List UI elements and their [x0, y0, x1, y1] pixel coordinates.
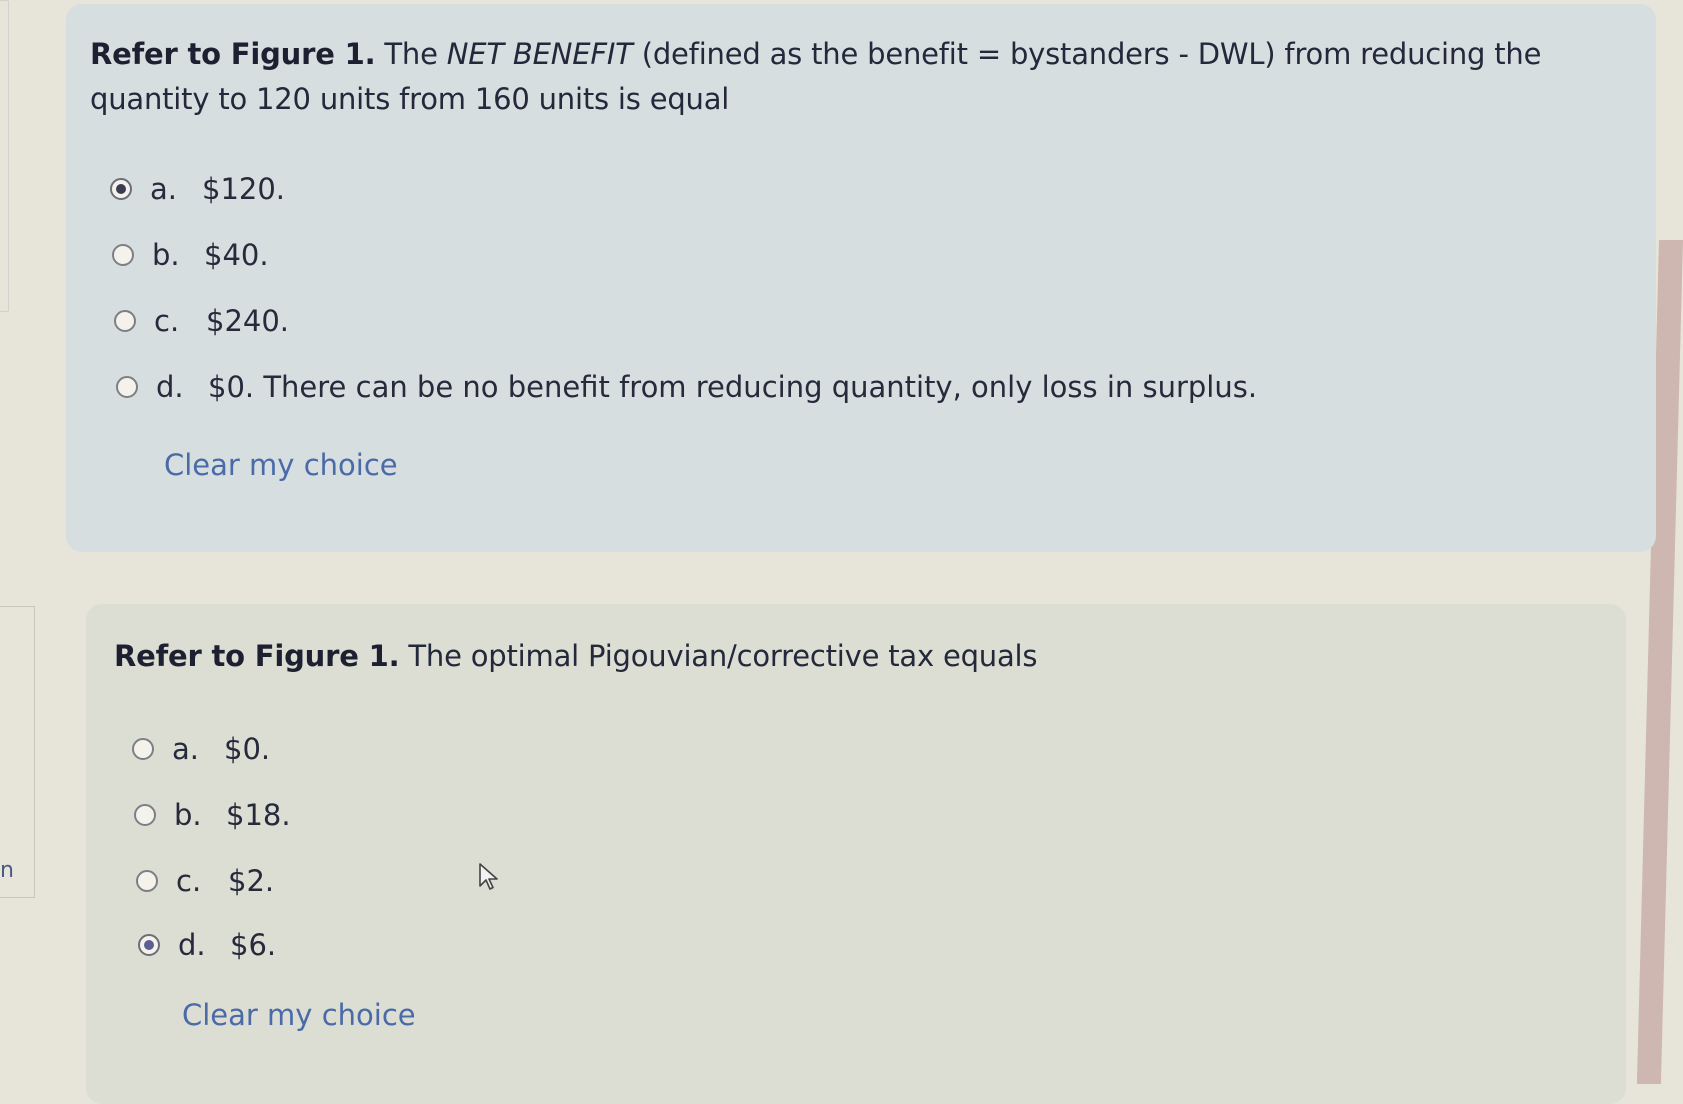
question-2-option-b[interactable]: b. $18. [134, 798, 291, 832]
question-1-emphasis: NET BENEFIT [446, 37, 633, 71]
question-1-option-a[interactable]: a. $120. [110, 172, 285, 206]
question-1: Refer to Figure 1. The NET BENEFIT (defi… [66, 4, 1656, 552]
question-1-option-d[interactable]: d. $0. There can be no benefit from redu… [116, 370, 1257, 404]
question-1-option-c[interactable]: c. $240. [114, 304, 289, 338]
radio-unchecked-icon[interactable] [132, 738, 154, 760]
radio-unchecked-icon[interactable] [134, 804, 156, 826]
radio-unchecked-icon[interactable] [112, 244, 134, 266]
question-2-ref: Refer to Figure 1. [114, 639, 400, 673]
question-1-option-b[interactable]: b. $40. [112, 238, 269, 272]
left-panel-frame [0, 0, 9, 312]
question-1-prompt: Refer to Figure 1. The NET BENEFIT (defi… [90, 37, 1542, 116]
mouse-pointer-icon [479, 863, 498, 890]
left-nav-panel [0, 606, 35, 898]
question-2-option-a[interactable]: a. $0. [132, 732, 270, 766]
left-panel-partial-text: n [0, 858, 14, 883]
radio-checked-icon[interactable] [138, 934, 160, 956]
question-1-clear-choice-link[interactable]: Clear my choice [164, 448, 398, 482]
question-1-ref: Refer to Figure 1. [90, 37, 376, 71]
radio-unchecked-icon[interactable] [116, 376, 138, 398]
radio-checked-icon[interactable] [110, 178, 132, 200]
radio-unchecked-icon[interactable] [136, 870, 158, 892]
question-2-prompt: Refer to Figure 1. The optimal Pigouvian… [114, 639, 1038, 673]
question-2-clear-choice-link[interactable]: Clear my choice [182, 998, 416, 1032]
question-2-option-d[interactable]: d. $6. [138, 928, 276, 962]
radio-unchecked-icon[interactable] [114, 310, 136, 332]
question-2-option-c[interactable]: c. $2. [136, 864, 274, 898]
question-2: Refer to Figure 1. The optimal Pigouvian… [86, 604, 1626, 1104]
